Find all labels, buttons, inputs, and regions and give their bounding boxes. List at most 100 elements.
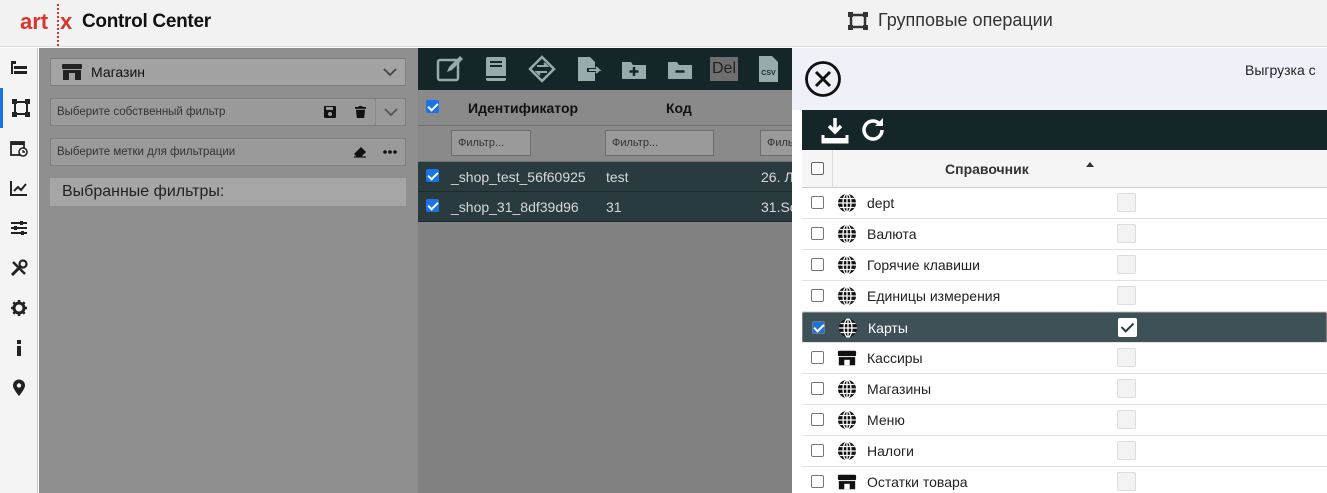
sidebar-item-settings[interactable] bbox=[0, 288, 38, 328]
row-checkbox[interactable] bbox=[811, 382, 824, 395]
remove-folder-button[interactable] bbox=[664, 53, 696, 85]
group-ops-icon bbox=[11, 99, 30, 117]
clear-tags-button[interactable] bbox=[345, 146, 375, 158]
sidebar-rail bbox=[0, 48, 38, 493]
page-title-text: Групповые операции bbox=[878, 10, 1053, 30]
app-title: Control Center bbox=[82, 11, 211, 32]
own-filter-placeholder: Выберите собственный фильтр bbox=[57, 106, 226, 118]
row-option-checkbox[interactable] bbox=[1117, 472, 1136, 491]
sidebar-item-reports[interactable] bbox=[0, 168, 38, 208]
table-row[interactable]: _shop_31_8df39d96 31 31.Sc bbox=[418, 192, 797, 222]
row-checkbox[interactable] bbox=[426, 199, 439, 212]
refresh-icon[interactable] bbox=[858, 115, 888, 145]
filter-input-code[interactable]: Фильтр... bbox=[605, 130, 714, 156]
save-filter-button[interactable] bbox=[315, 106, 345, 118]
map-pin-icon bbox=[13, 379, 25, 396]
row-option-checkbox[interactable] bbox=[1117, 286, 1136, 305]
list-item[interactable]: Магазины bbox=[802, 374, 1327, 405]
cell-name: 26. Л bbox=[761, 169, 794, 185]
delete-filter-button[interactable] bbox=[345, 106, 375, 118]
sort-asc-icon[interactable] bbox=[1086, 162, 1094, 167]
row-checkbox[interactable] bbox=[811, 444, 824, 457]
filter-panel: Магазин Выберите собственный фильтр Выбе… bbox=[39, 48, 418, 493]
folder-minus-icon bbox=[668, 62, 692, 79]
row-option-checkbox[interactable] bbox=[1118, 318, 1137, 337]
list-item[interactable]: Остатки товара bbox=[802, 467, 1327, 493]
transfer-button[interactable] bbox=[526, 53, 558, 85]
calendar-clock-icon bbox=[10, 141, 28, 157]
row-checkbox[interactable] bbox=[811, 413, 824, 426]
reference-name: dept bbox=[867, 195, 895, 211]
gear-icon bbox=[11, 300, 27, 316]
csv-button[interactable]: CSV bbox=[752, 53, 784, 85]
add-folder-button[interactable] bbox=[618, 53, 650, 85]
row-option-checkbox[interactable] bbox=[1117, 224, 1136, 243]
row-checkbox[interactable] bbox=[811, 289, 824, 302]
grid-header: Идентификатор Код bbox=[418, 90, 794, 126]
row-checkbox[interactable] bbox=[426, 169, 439, 182]
row-checkbox[interactable] bbox=[811, 351, 824, 364]
own-filter-select[interactable]: Выберите собственный фильтр bbox=[50, 98, 406, 126]
logo[interactable]: art x Control Center bbox=[20, 4, 211, 46]
shops-grid: Del CSV Идентификатор Код Фильтр... Филь… bbox=[418, 48, 800, 493]
column-header-code[interactable]: Код bbox=[666, 100, 692, 116]
store-icon bbox=[837, 350, 857, 366]
row-option-checkbox[interactable] bbox=[1117, 410, 1136, 429]
tags-more-button[interactable] bbox=[375, 150, 405, 154]
eraser-icon bbox=[354, 147, 366, 158]
select-all-references-checkbox[interactable] bbox=[811, 162, 824, 175]
list-item[interactable]: Кассиры bbox=[802, 343, 1327, 374]
column-header-reference[interactable]: Справочник bbox=[945, 161, 1029, 177]
sidebar-item-location[interactable] bbox=[0, 368, 38, 408]
csv-label: CSV bbox=[761, 70, 776, 77]
own-filter-dropdown[interactable] bbox=[375, 99, 405, 125]
chevron-down-icon bbox=[383, 68, 397, 77]
cell-code: 31 bbox=[606, 199, 622, 215]
sidebar-item-tree[interactable] bbox=[0, 48, 38, 88]
save-icon bbox=[324, 106, 336, 118]
table-row[interactable]: _shop_test_56f60925 test 26. Л bbox=[418, 162, 794, 192]
reference-name: Меню bbox=[867, 412, 905, 428]
row-option-checkbox[interactable] bbox=[1117, 255, 1136, 274]
sidebar-item-schedule[interactable] bbox=[0, 128, 38, 168]
chart-icon bbox=[10, 181, 27, 196]
list-item[interactable]: dept bbox=[802, 188, 1327, 219]
edit-button[interactable] bbox=[434, 53, 466, 85]
download-icon[interactable] bbox=[820, 115, 850, 145]
select-all-checkbox[interactable] bbox=[426, 100, 439, 113]
list-item[interactable]: Единицы измерения bbox=[802, 281, 1327, 312]
reference-name: Остатки товара bbox=[867, 474, 968, 490]
tags-select[interactable]: Выберите метки для фильтрации bbox=[50, 138, 406, 166]
book-button[interactable] bbox=[480, 53, 512, 85]
list-item[interactable]: Валюта bbox=[802, 219, 1327, 250]
row-checkbox[interactable] bbox=[811, 227, 824, 240]
sidebar-item-info[interactable] bbox=[0, 328, 38, 368]
tags-placeholder: Выберите метки для фильтрации bbox=[57, 146, 236, 158]
delete-button[interactable]: Del bbox=[710, 57, 738, 81]
column-header-id[interactable]: Идентификатор bbox=[468, 100, 578, 116]
filter-input-id[interactable]: Фильтр... bbox=[451, 130, 531, 156]
list-item[interactable]: Налоги bbox=[802, 436, 1327, 467]
export-button[interactable] bbox=[572, 53, 604, 85]
row-option-checkbox[interactable] bbox=[1117, 379, 1136, 398]
entity-select[interactable]: Магазин bbox=[50, 58, 406, 86]
entity-select-value: Магазин bbox=[91, 64, 146, 80]
row-checkbox[interactable] bbox=[811, 258, 824, 271]
export-dialog: Выгрузка с Справочник dept Валюта Горячие … bbox=[792, 48, 1327, 493]
list-item[interactable]: Горячие клавиши bbox=[802, 250, 1327, 281]
reference-table-header: Справочник bbox=[802, 150, 1327, 188]
row-checkbox[interactable] bbox=[812, 321, 825, 334]
row-option-checkbox[interactable] bbox=[1117, 441, 1136, 460]
row-checkbox[interactable] bbox=[811, 475, 824, 488]
list-item[interactable]: Меню bbox=[802, 405, 1327, 436]
row-option-checkbox[interactable] bbox=[1117, 348, 1136, 367]
close-icon[interactable] bbox=[804, 60, 842, 98]
row-option-checkbox[interactable] bbox=[1117, 193, 1136, 212]
sidebar-item-group-ops[interactable] bbox=[0, 88, 38, 128]
list-item[interactable]: Карты bbox=[802, 312, 1327, 343]
sidebar-item-tools[interactable] bbox=[0, 248, 38, 288]
sidebar-item-settings-sliders[interactable] bbox=[0, 208, 38, 248]
row-checkbox[interactable] bbox=[811, 196, 824, 209]
selected-filters-label: Выбранные фильтры: bbox=[50, 178, 406, 206]
reference-name: Валюта bbox=[867, 226, 917, 242]
